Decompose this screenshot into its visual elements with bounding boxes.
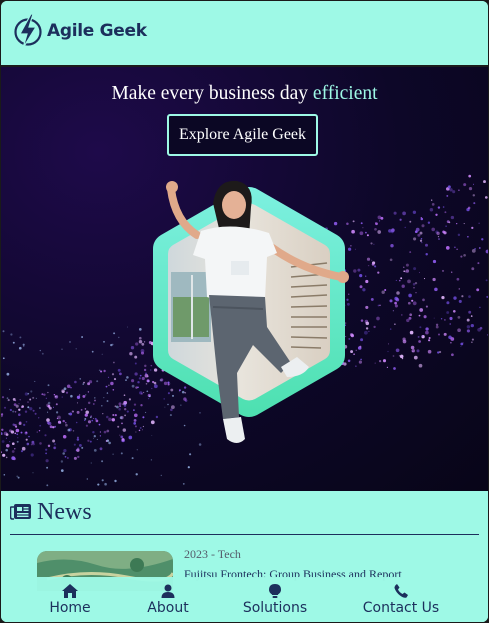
news-heading: News xyxy=(37,499,92,525)
hero-illustration xyxy=(153,180,349,443)
news-divider xyxy=(10,534,479,535)
newspaper-icon xyxy=(10,504,31,520)
nav-item-home[interactable]: Home xyxy=(43,577,97,622)
nav-item-about[interactable]: About xyxy=(141,577,195,622)
hero-section: Make every business day efficient Explor… xyxy=(1,67,488,491)
nav-label: About xyxy=(147,600,189,616)
user-icon xyxy=(161,584,175,598)
nav-item-solutions[interactable]: Solutions xyxy=(237,577,313,622)
lightbulb-icon xyxy=(269,584,281,598)
headline-accent: efficient xyxy=(312,83,378,104)
hero-headline: Make every business day efficient xyxy=(1,83,488,105)
phone-icon xyxy=(394,584,408,598)
header: Agile Geek xyxy=(1,1,488,67)
news-item-meta: 2023 - Tech xyxy=(184,547,241,561)
headline-text: Make every business day xyxy=(111,83,313,104)
nav-item-contact[interactable]: Contact Us xyxy=(357,577,445,622)
nav-label: Contact Us xyxy=(362,600,440,616)
app-frame: Agile Geek Make every business day effic… xyxy=(1,1,488,622)
lightning-bolt-icon[interactable] xyxy=(12,13,44,49)
nav-label: Home xyxy=(49,600,91,616)
explore-button[interactable]: Explore Agile Geek xyxy=(167,114,318,156)
nav-label: Solutions xyxy=(242,600,308,616)
bottom-nav: Home About Solutions Contact Us xyxy=(1,577,488,622)
brand-name[interactable]: Agile Geek xyxy=(47,21,147,41)
home-icon xyxy=(62,584,78,598)
